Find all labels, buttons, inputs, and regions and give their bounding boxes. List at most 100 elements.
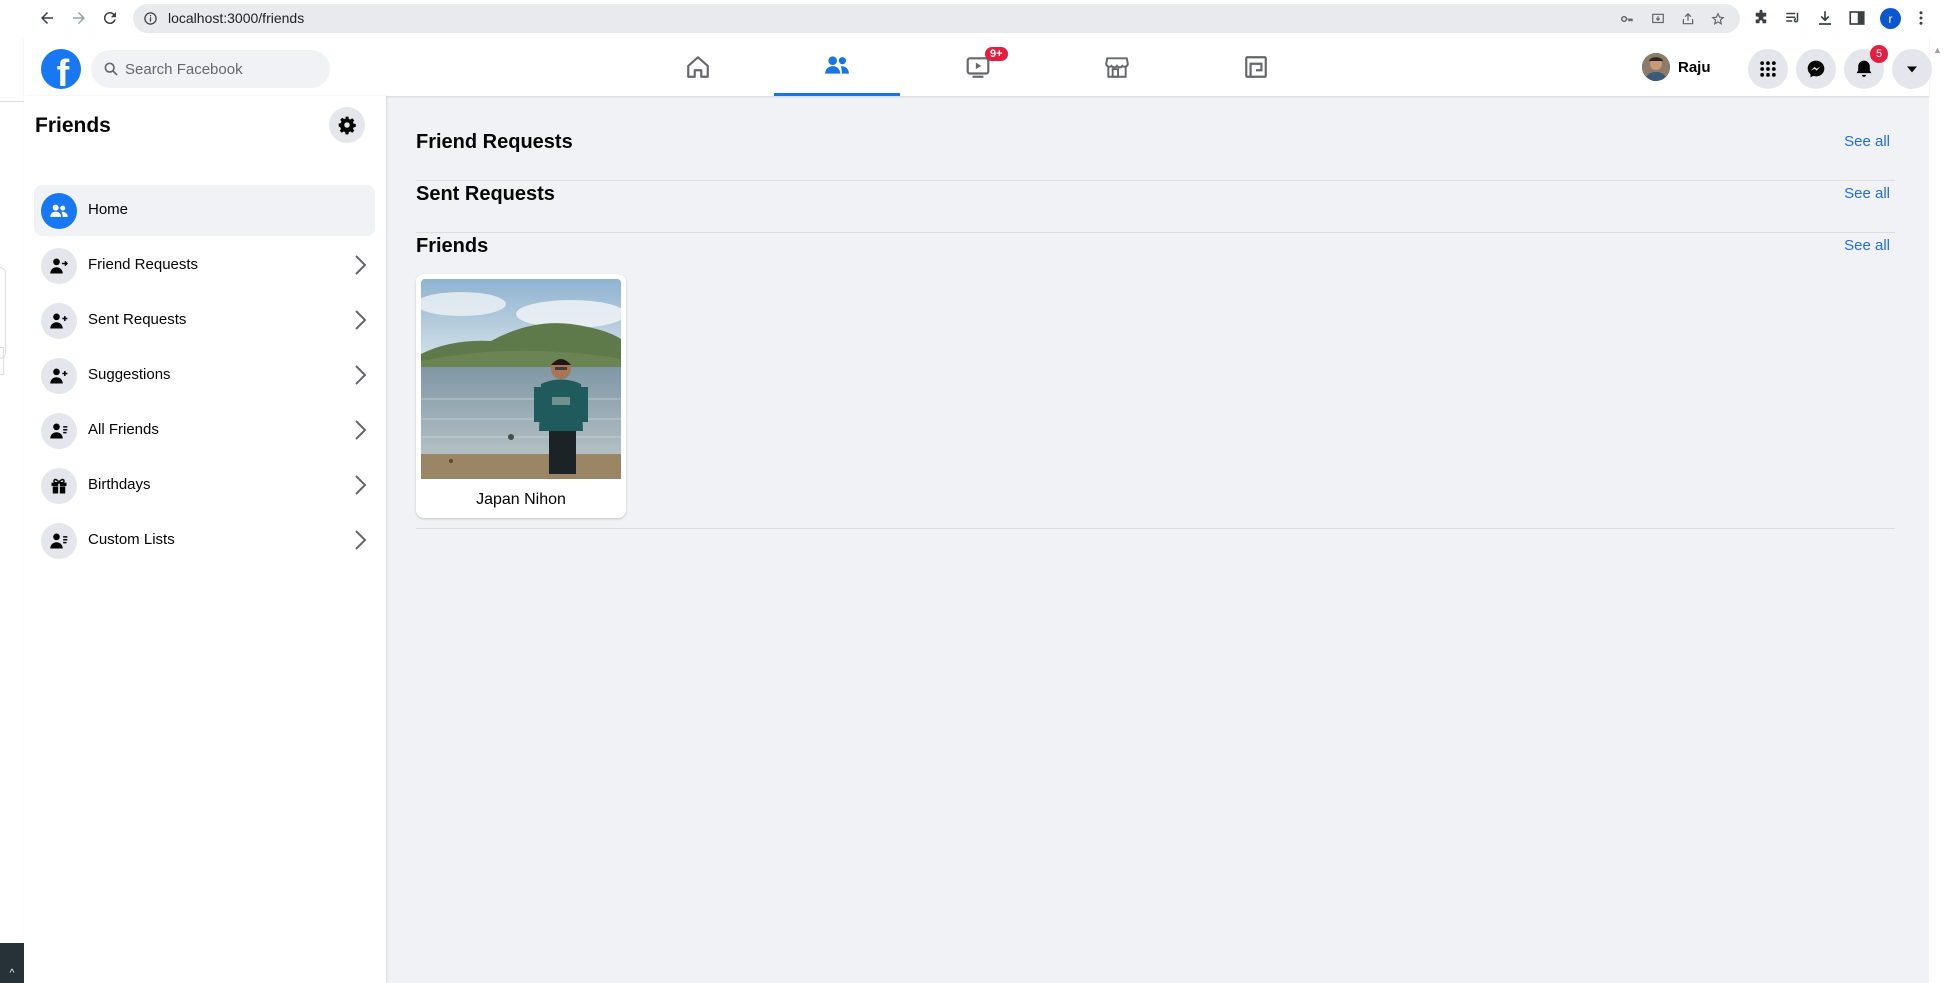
chevron-right-icon xyxy=(355,475,367,495)
sidebar-item-birthdays[interactable]: Birthdays xyxy=(34,460,375,511)
media-controls-icon[interactable] xyxy=(1784,9,1802,27)
sidebar-item-home[interactable]: Home xyxy=(34,185,375,236)
sidebar-item-all-friends[interactable]: All Friends xyxy=(34,405,375,456)
left-edge-strip xyxy=(0,37,24,983)
forward-button[interactable] xyxy=(68,7,90,29)
avatar xyxy=(1642,53,1670,81)
scroll-up-arrow-icon[interactable]: ▲ xyxy=(1933,45,1942,55)
friends-home-icon xyxy=(41,193,77,229)
person-list-icon xyxy=(50,533,68,549)
downloads-icon[interactable] xyxy=(1816,9,1834,27)
install-app-icon[interactable] xyxy=(1651,12,1665,26)
browser-menu-icon[interactable] xyxy=(1914,9,1928,27)
page-title: Friends xyxy=(35,114,111,137)
gaming-icon xyxy=(1245,55,1267,78)
sidebar-item-label: Suggestions xyxy=(88,366,171,383)
see-all-link[interactable]: See all xyxy=(1844,237,1890,254)
corner-toggle-button[interactable]: ^ xyxy=(0,943,24,983)
back-button[interactable] xyxy=(36,7,58,29)
messenger-button[interactable] xyxy=(1796,49,1836,89)
custom-lists-icon xyxy=(41,523,77,559)
person-add-icon xyxy=(50,368,68,384)
tab-home[interactable] xyxy=(635,37,761,96)
sidebar-item-friend-requests[interactable]: Friend Requests xyxy=(34,240,375,291)
friend-photo-image xyxy=(421,279,621,479)
sidebar-item-label: All Friends xyxy=(88,421,159,438)
suggestions-icon xyxy=(41,358,77,394)
friends-sidebar: Friends Home Friend Requests Sent Reques… xyxy=(24,96,386,983)
menu-button[interactable] xyxy=(1748,49,1788,89)
person-list-icon xyxy=(50,423,68,439)
bell-icon xyxy=(1856,60,1872,77)
chevron-right-icon xyxy=(355,530,367,550)
marketplace-store-icon xyxy=(1105,56,1129,78)
see-all-link[interactable]: See all xyxy=(1844,133,1890,150)
share-icon[interactable] xyxy=(1681,12,1695,26)
sidebar-item-sent-requests[interactable]: Sent Requests xyxy=(34,295,375,346)
messenger-icon xyxy=(1807,60,1825,78)
friends-main-content: Friend Requests See all Sent Requests Se… xyxy=(386,96,1929,983)
gift-icon xyxy=(41,468,77,504)
home-icon xyxy=(687,55,709,78)
tab-gaming[interactable] xyxy=(1193,37,1319,96)
sidebar-item-label: Friend Requests xyxy=(88,256,199,273)
profile-name: Raju xyxy=(1678,58,1711,76)
chevron-right-icon xyxy=(355,255,367,275)
site-info-icon[interactable] xyxy=(143,11,158,26)
search-icon xyxy=(104,62,118,76)
friend-name[interactable]: Japan Nihon xyxy=(416,491,626,509)
tab-watch[interactable]: 9+ xyxy=(915,37,1041,96)
sidebar-item-label: Birthdays xyxy=(88,476,151,493)
chevron-right-icon xyxy=(355,310,367,330)
grid-menu-icon xyxy=(1760,61,1776,77)
url-text[interactable]: localhost:3000/friends xyxy=(168,10,304,26)
friend-requests-icon xyxy=(41,248,77,284)
section-title: Friend Requests xyxy=(416,131,573,153)
friends-icon xyxy=(825,56,849,74)
facebook-top-nav: f 9+ xyxy=(24,37,1932,96)
address-bar[interactable]: localhost:3000/friends xyxy=(133,4,1740,33)
notifications-button[interactable]: 5 xyxy=(1844,45,1888,89)
back-arrow-icon xyxy=(41,12,53,24)
sidebar-item-label: Custom Lists xyxy=(88,531,175,548)
section-title: Sent Requests xyxy=(416,183,555,205)
gear-icon xyxy=(338,116,356,135)
friend-card[interactable]: Japan Nihon xyxy=(416,274,626,518)
bookmark-star-icon[interactable] xyxy=(1711,12,1725,26)
chevron-right-icon xyxy=(355,365,367,385)
sidebar-item-custom-lists[interactable]: Custom Lists xyxy=(34,515,375,566)
section-divider xyxy=(416,180,1895,181)
extensions-icon[interactable] xyxy=(1752,9,1770,27)
reload-icon xyxy=(103,12,116,25)
search-input[interactable] xyxy=(125,50,320,88)
browser-profile-avatar[interactable]: r xyxy=(1880,8,1901,29)
caret-down-icon xyxy=(1907,66,1917,73)
section-title: Friends xyxy=(416,235,489,257)
search-box[interactable] xyxy=(91,50,330,88)
friends-people-icon xyxy=(50,204,68,217)
account-button[interactable] xyxy=(1892,49,1932,89)
edge-panel-fragment-small xyxy=(0,347,4,375)
person-plus-icon xyxy=(50,313,68,329)
edge-panel-fragment xyxy=(0,267,6,359)
tab-marketplace[interactable] xyxy=(1054,37,1180,96)
profile-shortcut[interactable]: Raju xyxy=(1642,49,1711,85)
settings-button[interactable] xyxy=(329,107,365,143)
sidebar-item-label: Home xyxy=(88,201,129,218)
edge-divider xyxy=(0,101,24,102)
right-edge-strip: ▲ xyxy=(1929,37,1945,983)
reload-button[interactable] xyxy=(99,7,121,29)
sidebar-item-suggestions[interactable]: Suggestions xyxy=(34,350,375,401)
logo-letter: f xyxy=(56,53,70,89)
see-all-link[interactable]: See all xyxy=(1844,185,1890,202)
all-friends-icon xyxy=(41,413,77,449)
person-arrow-icon xyxy=(50,258,68,274)
section-divider xyxy=(416,528,1895,529)
key-icon[interactable] xyxy=(1620,12,1634,26)
tab-friends[interactable] xyxy=(774,37,900,96)
facebook-logo[interactable]: f xyxy=(41,49,81,89)
side-panel-icon[interactable] xyxy=(1848,9,1866,27)
chevron-right-icon xyxy=(355,420,367,440)
sent-requests-icon xyxy=(41,303,77,339)
friend-profile-photo[interactable] xyxy=(421,279,621,479)
